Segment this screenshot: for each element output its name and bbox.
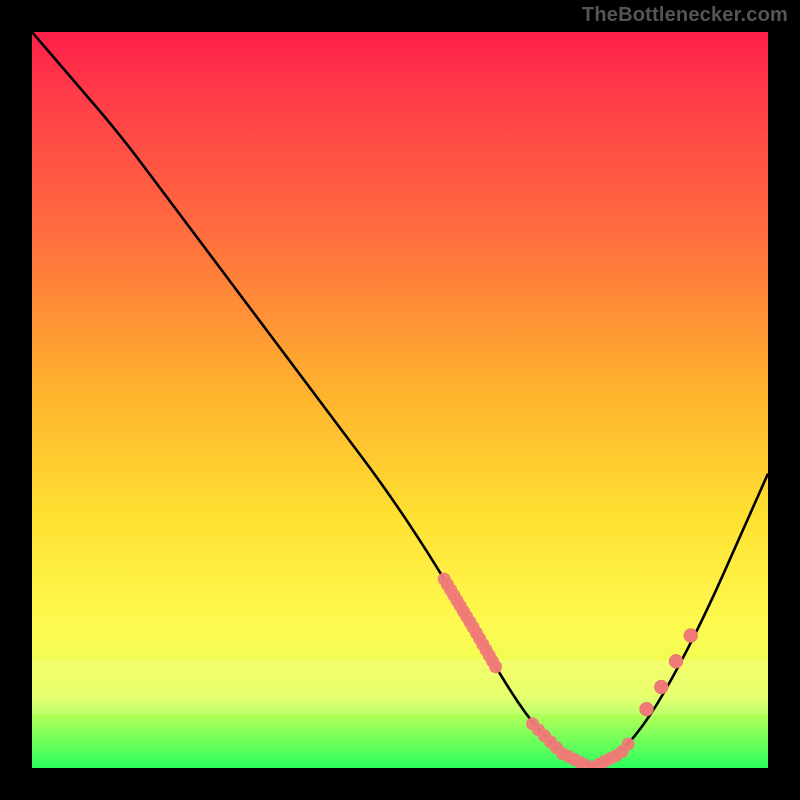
data-marker	[684, 629, 698, 643]
data-marker	[654, 680, 668, 694]
marker-group	[438, 573, 698, 768]
data-marker	[669, 654, 683, 668]
data-marker	[640, 702, 654, 716]
data-marker	[622, 738, 635, 751]
curve-svg	[32, 32, 768, 768]
bottleneck-curve	[32, 32, 768, 764]
data-marker	[489, 660, 502, 673]
plot-area	[32, 32, 768, 768]
source-label: TheBottlenecker.com	[582, 4, 788, 27]
chart-wrapper: TheBottlenecker.com	[0, 0, 800, 800]
